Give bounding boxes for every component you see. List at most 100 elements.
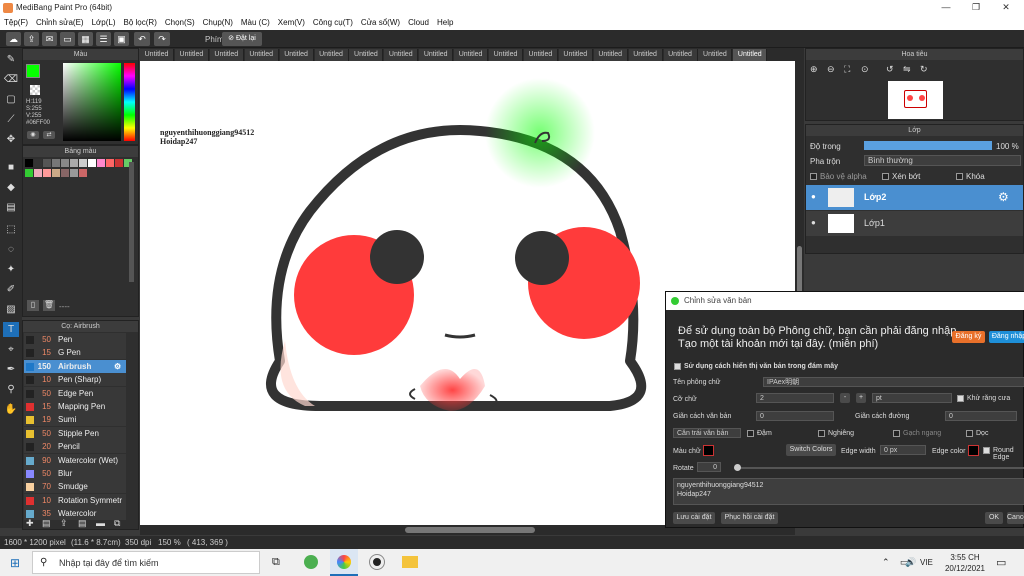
rotate-right-icon[interactable]: ↻: [920, 64, 928, 75]
rotate-slider-thumb[interactable]: [734, 464, 741, 471]
frame-icon[interactable]: ▣: [114, 32, 129, 46]
menu-item[interactable]: Xem(V): [274, 16, 309, 29]
menu-item[interactable]: Help: [433, 16, 457, 29]
brush-item[interactable]: 90 Watercolor (Wet): [24, 453, 126, 467]
clip-checkbox[interactable]: [882, 173, 889, 180]
navigator-thumbnail[interactable]: [888, 81, 943, 119]
palette-swatch[interactable]: [97, 159, 105, 167]
notifications-icon[interactable]: ▭: [996, 556, 1006, 569]
tab-untitled[interactable]: Untitled: [454, 49, 489, 61]
brush-item[interactable]: 15 Mapping Pen: [24, 400, 126, 413]
tab-untitled[interactable]: Untitled: [733, 49, 768, 61]
tab-untitled[interactable]: Untitled: [349, 49, 384, 61]
tab-untitled[interactable]: Untitled: [174, 49, 209, 61]
layer-row[interactable]: ● Lớp2 ⚙: [806, 185, 1023, 210]
register-button[interactable]: Đăng ký: [952, 331, 985, 343]
hscroll-thumb[interactable]: [405, 527, 535, 533]
palette-swatch[interactable]: [106, 159, 114, 167]
fill-shape-tool-icon[interactable]: ■: [3, 160, 19, 175]
select-pen-tool-icon[interactable]: ✐: [3, 282, 19, 297]
brush-item[interactable]: 50 Pen: [24, 333, 126, 346]
menu-item[interactable]: Chụp(N): [199, 16, 237, 29]
text-tool-icon[interactable]: T: [3, 322, 19, 337]
palette-scrollbar[interactable]: [129, 162, 134, 282]
language-indicator[interactable]: VIE: [920, 558, 933, 567]
palette-swatch[interactable]: [79, 159, 87, 167]
save-settings-button[interactable]: Lưu cài đặt: [673, 512, 715, 524]
antialias-checkbox[interactable]: [957, 395, 964, 402]
magic-wand-tool-icon[interactable]: ✦: [3, 262, 19, 277]
swap-icon[interactable]: ⇄: [43, 131, 55, 139]
tab-untitled[interactable]: Untitled: [628, 49, 663, 61]
palette-swatch[interactable]: [70, 159, 78, 167]
brush-item[interactable]: 10 Pen (Sharp): [24, 373, 126, 387]
app-green-icon[interactable]: [304, 555, 318, 569]
tray-chevron-icon[interactable]: ⌃: [882, 557, 890, 568]
brush-item[interactable]: 50 Stipple Pen: [24, 426, 126, 440]
menu-item[interactable]: Bộ lọc(R): [120, 16, 161, 29]
tab-untitled[interactable]: Untitled: [419, 49, 454, 61]
undo-icon[interactable]: ↶: [134, 32, 150, 46]
lasso-tool-icon[interactable]: ⟋: [3, 112, 19, 127]
brush-gear-icon[interactable]: ⚙: [114, 360, 121, 373]
taskbar-search[interactable]: ⚲ Nhập tại đây để tìm kiếm: [32, 551, 260, 574]
delete-color-icon[interactable]: 🗑: [43, 300, 55, 311]
size-decrease-button[interactable]: -: [840, 393, 850, 403]
rotate-left-icon[interactable]: ↺: [886, 64, 894, 75]
size-increase-button[interactable]: +: [856, 393, 866, 403]
brush-item[interactable]: 15 G Pen: [24, 346, 126, 360]
lock-checkbox[interactable]: [956, 173, 963, 180]
palette-swatch[interactable]: [52, 169, 60, 177]
chat-icon[interactable]: ▭: [60, 32, 75, 46]
italic-checkbox[interactable]: [818, 430, 825, 437]
brush-import-icon[interactable]: ▤: [78, 518, 87, 529]
tab-untitled[interactable]: Untitled: [698, 49, 733, 61]
bold-checkbox[interactable]: [747, 430, 754, 437]
brush-item[interactable]: 10 Rotation Symmetr: [24, 493, 126, 507]
eyedropper-tool-icon[interactable]: ⚲: [3, 382, 19, 397]
file-explorer-icon[interactable]: [402, 556, 418, 568]
align-select[interactable]: Căn trái văn bản: [673, 428, 741, 438]
brush-folder-icon[interactable]: ▬: [96, 518, 105, 528]
tab-untitled[interactable]: Untitled: [558, 49, 593, 61]
line-spacing-input[interactable]: 0: [945, 411, 1017, 421]
text-area[interactable]: nguyenthihuonggiang94512 Hoidap247: [673, 478, 1024, 505]
menu-item[interactable]: Cloud: [404, 16, 433, 29]
menu-item[interactable]: Cửa sổ(W): [357, 16, 404, 29]
visibility-icon[interactable]: ●: [811, 192, 816, 201]
palette-swatch[interactable]: [52, 159, 60, 167]
fit-icon[interactable]: ⛶: [844, 64, 850, 75]
move-tool-icon[interactable]: ✥: [3, 132, 19, 147]
obs-icon[interactable]: [369, 554, 385, 570]
pen-tool-icon[interactable]: ✒: [3, 362, 19, 377]
brush-item[interactable]: 70 Smudge: [24, 480, 126, 494]
tab-untitled[interactable]: Untitled: [314, 49, 349, 61]
palette-swatch[interactable]: [43, 169, 51, 177]
tab-untitled[interactable]: Untitled: [593, 49, 628, 61]
visibility-icon[interactable]: ●: [811, 218, 816, 227]
rectangle-tool-icon[interactable]: ▢: [3, 92, 19, 107]
palette-swatch[interactable]: [25, 159, 33, 167]
palette-swatch[interactable]: [25, 169, 33, 177]
login-button[interactable]: Đăng nhập: [989, 331, 1024, 343]
background-swatch[interactable]: [30, 85, 40, 95]
cancel-button[interactable]: Cancel: [1007, 512, 1024, 524]
close-button[interactable]: ✕: [992, 2, 1020, 14]
use-rich-checkbox[interactable]: [674, 363, 681, 370]
operation-tool-icon[interactable]: ⌖: [3, 342, 19, 357]
menu-item[interactable]: Màu (C): [237, 16, 274, 29]
brush-export-icon[interactable]: ⇪: [60, 518, 68, 529]
restore-settings-button[interactable]: Phục hồi cài đặt: [721, 512, 778, 524]
text-color-swatch[interactable]: [703, 445, 714, 456]
palette-swatch[interactable]: [43, 159, 51, 167]
select-rect-tool-icon[interactable]: ⬚: [3, 222, 19, 237]
palette-swatch[interactable]: [61, 169, 69, 177]
menu-item[interactable]: Lớp(L): [88, 16, 120, 29]
add-brush-icon[interactable]: ✚: [26, 518, 34, 529]
blend-select[interactable]: Bình thường: [864, 155, 1021, 166]
list-icon[interactable]: ☰: [96, 32, 111, 46]
zoom-in-icon[interactable]: ⊕: [810, 64, 818, 75]
palette-swatch[interactable]: [70, 169, 78, 177]
add-color-icon[interactable]: ▯: [27, 300, 39, 311]
tab-untitled[interactable]: Untitled: [384, 49, 419, 61]
